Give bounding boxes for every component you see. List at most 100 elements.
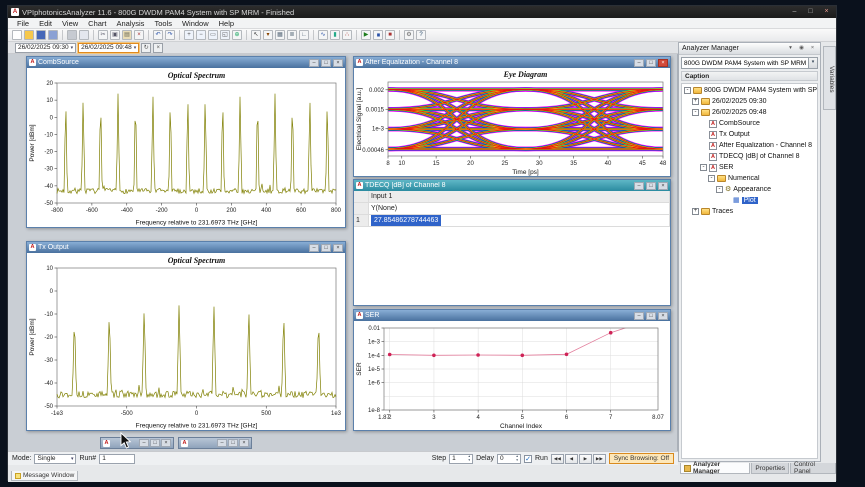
panel-maximize-button[interactable]: □	[646, 59, 656, 67]
minimize-button[interactable]: –	[788, 7, 801, 17]
chevron-down-icon[interactable]: ▾	[786, 45, 795, 53]
save-icon[interactable]	[36, 30, 46, 40]
panel-maximize-button[interactable]: □	[321, 244, 331, 252]
menu-tools[interactable]: Tools	[149, 19, 177, 28]
open-icon[interactable]	[24, 30, 34, 40]
tree-expander-icon[interactable]: -	[716, 186, 723, 193]
side-tab-variables[interactable]: Variables	[823, 46, 836, 110]
tree-item-tx-output[interactable]: ATx Output	[682, 129, 817, 140]
sync-browsing-button[interactable]: Sync Browsing: Off	[609, 453, 674, 464]
panel-after-equalization[interactable]: A After Equalization - Channel 8 – □ × E…	[353, 56, 671, 177]
step-forward-button[interactable]: ▶	[579, 454, 592, 464]
close-icon[interactable]: ×	[808, 45, 817, 53]
panel-maximize-button[interactable]: □	[646, 312, 656, 320]
panel-minimize-button[interactable]: –	[634, 182, 644, 190]
close-button[interactable]: ×	[161, 439, 171, 447]
tree-item-numerical[interactable]: -Numerical	[682, 173, 817, 184]
chart-line-icon[interactable]: ∿	[318, 30, 328, 40]
menu-edit[interactable]: Edit	[34, 19, 57, 28]
close-button[interactable]: ×	[239, 439, 249, 447]
jump-start-button[interactable]: ◀◀	[551, 454, 564, 464]
tree-item-ser[interactable]: -ASER	[682, 162, 817, 173]
zoom-fit-icon[interactable]: ◱	[220, 30, 230, 40]
mode-select[interactable]: Single ▾	[34, 454, 76, 464]
menu-file[interactable]: File	[12, 19, 34, 28]
panel-maximize-button[interactable]: □	[321, 59, 331, 67]
chart-scatter-icon[interactable]: ∴	[342, 30, 352, 40]
print-icon[interactable]	[67, 30, 77, 40]
tree-item-appearance[interactable]: -⚙Appearance	[682, 184, 817, 195]
menu-analysis[interactable]: Analysis	[112, 19, 150, 28]
delete-icon[interactable]: ×	[134, 30, 144, 40]
analyzer-manager-header[interactable]: Analyzer Manager ▾ ◉ ×	[679, 43, 820, 55]
table-row[interactable]: 1 27.85486278744463	[354, 215, 670, 227]
copy-icon[interactable]: ▣	[110, 30, 120, 40]
tree-item-26-02-2025-09-48[interactable]: -26/02/2025 09:48	[682, 107, 817, 118]
panel-titlebar[interactable]: A TDECQ [dB] of Channel 8 – □ ×	[354, 180, 670, 191]
legend-icon[interactable]: ≣	[287, 30, 297, 40]
menu-view[interactable]: View	[57, 19, 83, 28]
maximize-button[interactable]: □	[804, 7, 817, 17]
marker-icon[interactable]: ▾	[263, 30, 273, 40]
tree-expander-icon[interactable]: -	[708, 175, 715, 182]
redo-icon[interactable]: ↷	[165, 30, 175, 40]
help-icon[interactable]: ?	[416, 30, 426, 40]
spinner-icon[interactable]: ▴▾	[516, 455, 518, 462]
combsource-spectrum-chart[interactable]: Optical Spectrum-800-600-400-20002004006…	[27, 68, 345, 227]
chevron-down-icon[interactable]: ▾	[808, 58, 817, 68]
dock-tab-properties[interactable]: Properties	[751, 463, 789, 474]
dock-tab-analyzer-manager[interactable]: Analyzer Manager	[680, 463, 750, 474]
new-icon[interactable]	[12, 30, 22, 40]
zoom-window-icon[interactable]: ▭	[208, 30, 218, 40]
close-button[interactable]: ×	[820, 7, 833, 17]
panel-ser[interactable]: A SER – □ × 2345671.878.070.011e-31e-41e…	[353, 309, 671, 431]
analysis-selector[interactable]: 800G DWDM PAM4 System with SP MRM ▾	[681, 57, 818, 69]
panel-titlebar[interactable]: A Tx Output – □ ×	[27, 242, 345, 253]
tree-expander-icon[interactable]: -	[700, 164, 707, 171]
restore-button[interactable]: –	[139, 439, 149, 447]
panel-minimize-button[interactable]: –	[634, 312, 644, 320]
run-selector-2[interactable]: 26/02/2025 09:48▾	[78, 43, 139, 53]
panel-minimize-button[interactable]: –	[309, 244, 319, 252]
panel-close-button[interactable]: ×	[658, 59, 668, 67]
save-all-icon[interactable]	[48, 30, 58, 40]
tree-expander-icon[interactable]: -	[684, 87, 691, 94]
dock-tab-control-panel[interactable]: Control Panel	[790, 463, 836, 474]
table-cell[interactable]: 27.85486278744463	[369, 215, 670, 226]
undo-icon[interactable]: ↶	[153, 30, 163, 40]
ser-chart[interactable]: 2345671.878.070.011e-31e-41e-51e-61e-8Ch…	[354, 321, 670, 430]
step-input[interactable]: 1 ▴▾	[449, 454, 473, 464]
pan-icon[interactable]: ⊕	[232, 30, 242, 40]
maximize-button[interactable]: □	[150, 439, 160, 447]
panel-titlebar[interactable]: A SER – □ ×	[354, 310, 670, 321]
stop-icon[interactable]: ■	[385, 30, 395, 40]
run-icon[interactable]: ▶	[361, 30, 371, 40]
minimized-panel-1[interactable]: A – □ ×	[100, 437, 174, 449]
paste-icon[interactable]: ▤	[122, 30, 132, 40]
panel-combsource[interactable]: A CombSource – □ × Optical Spectrum-800-…	[26, 56, 346, 228]
maximize-button[interactable]: □	[228, 439, 238, 447]
tdecq-table[interactable]: Input 1 Y(None) 1 27.85486278744463	[354, 191, 670, 227]
menu-window[interactable]: Window	[177, 19, 214, 28]
tree-item-800g-dwdm-pam4-system-with-sp-mrm[interactable]: -800G DWDM PAM4 System with SP MRM	[682, 85, 817, 96]
spinner-icon[interactable]: ▴▾	[468, 455, 470, 462]
panel-minimize-button[interactable]: –	[634, 59, 644, 67]
panel-titlebar[interactable]: A After Equalization - Channel 8 – □ ×	[354, 57, 670, 68]
run-selector-1[interactable]: 26/02/2025 09:30▾	[15, 43, 76, 53]
grid-icon[interactable]: ▦	[275, 30, 285, 40]
tree-item-after-equalization-channel-8[interactable]: AAfter Equalization - Channel 8	[682, 140, 817, 151]
message-window-tab[interactable]: Message Window	[11, 471, 78, 481]
tx-output-spectrum-chart[interactable]: Optical Spectrum-1e3-50005001e3100-10-20…	[27, 253, 345, 430]
tree-item-plot[interactable]: ▦Plot	[682, 195, 817, 206]
tree-item-26-02-2025-09-30[interactable]: +26/02/2025 09:30	[682, 96, 817, 107]
delay-input[interactable]: 0 ▴▾	[497, 454, 521, 464]
tree-expander-icon[interactable]: +	[692, 208, 699, 215]
delete-run-icon[interactable]: ×	[153, 43, 163, 53]
chart-bar-icon[interactable]: ▮	[330, 30, 340, 40]
step-back-button[interactable]: ◀	[565, 454, 578, 464]
select-icon[interactable]: ↖	[251, 30, 261, 40]
print-preview-icon[interactable]	[79, 30, 89, 40]
panel-close-button[interactable]: ×	[658, 312, 668, 320]
table-cell[interactable]: Y(None)	[369, 203, 670, 214]
caption-header[interactable]: Caption	[681, 71, 818, 81]
